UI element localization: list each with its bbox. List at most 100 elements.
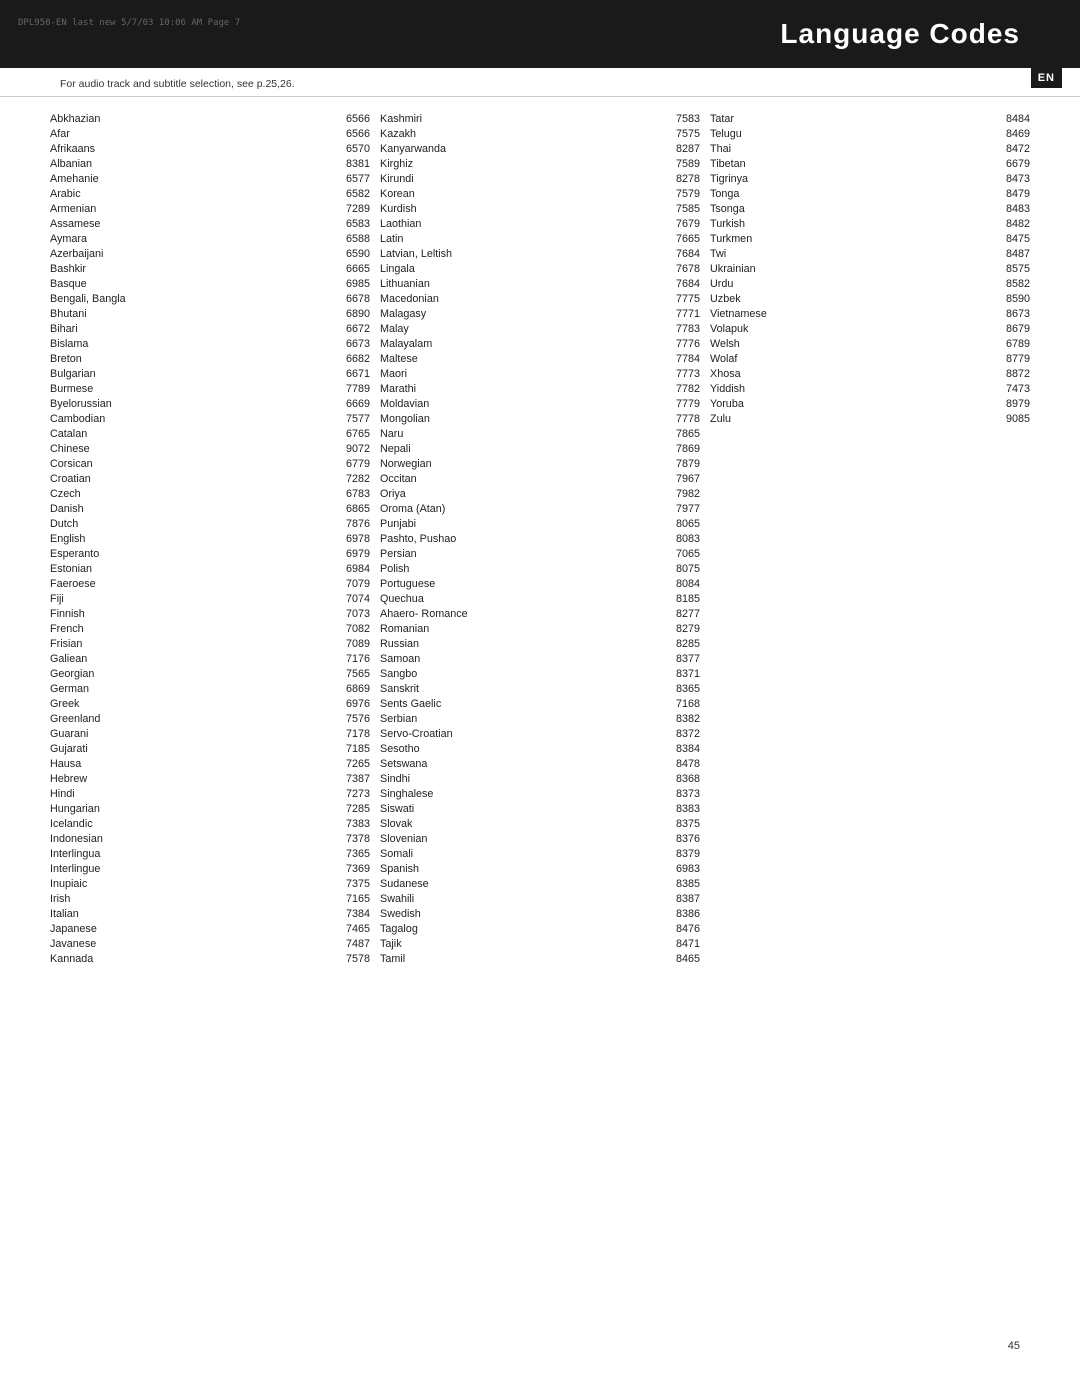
language-name: Bhutani	[50, 308, 160, 320]
list-item: Bhutani6890	[50, 306, 370, 321]
language-name: Tibetan	[710, 158, 820, 170]
list-item: Inupiaic7375	[50, 876, 370, 891]
list-item: Naru7865	[380, 426, 700, 441]
language-name: Cambodian	[50, 413, 160, 425]
language-code: 8487	[990, 248, 1030, 260]
language-code: 7365	[330, 848, 370, 860]
list-item: Tagalog8476	[380, 921, 700, 936]
language-code: 7876	[330, 518, 370, 530]
language-code: 6672	[330, 323, 370, 335]
list-item: Swahili8387	[380, 891, 700, 906]
language-name: Tagalog	[380, 923, 490, 935]
list-item: Kirundi8278	[380, 171, 700, 186]
language-name: Setswana	[380, 758, 490, 770]
page-number: 45	[1008, 1340, 1020, 1352]
language-name: Kirghiz	[380, 158, 490, 170]
language-name: Oroma (Atan)	[380, 503, 490, 515]
language-code: 8277	[660, 608, 700, 620]
language-name: Bashkir	[50, 263, 160, 275]
language-code: 7583	[660, 113, 700, 125]
language-name: Naru	[380, 428, 490, 440]
language-code: 8479	[990, 188, 1030, 200]
language-code: 8279	[660, 623, 700, 635]
language-code: 8471	[660, 938, 700, 950]
list-item: Bislama6673	[50, 336, 370, 351]
meta-line: For audio track and subtitle selection, …	[0, 68, 1080, 97]
language-code: 7576	[330, 713, 370, 725]
list-item: Korean7579	[380, 186, 700, 201]
list-item: Punjabi8065	[380, 516, 700, 531]
list-item: Somali8379	[380, 846, 700, 861]
list-item: Ahaero- Romance8277	[380, 606, 700, 621]
language-code: 6682	[330, 353, 370, 365]
language-name: Interlingue	[50, 863, 160, 875]
language-code: 6765	[330, 428, 370, 440]
language-code: 6779	[330, 458, 370, 470]
language-name: Portuguese	[380, 578, 490, 590]
language-code: 7869	[660, 443, 700, 455]
list-item: Setswana 8478	[380, 756, 700, 771]
list-item: Frisian7089	[50, 636, 370, 651]
language-code: 7578	[330, 953, 370, 965]
language-name: Irish	[50, 893, 160, 905]
list-item: Gujarati7185	[50, 741, 370, 756]
language-name: Polish	[380, 563, 490, 575]
language-name: Frisian	[50, 638, 160, 650]
list-item: Spanish6983	[380, 861, 700, 876]
language-code: 7665	[660, 233, 700, 245]
language-name: Greenland	[50, 713, 160, 725]
list-item: Kirghiz7589	[380, 156, 700, 171]
list-item: Romanian 8279	[380, 621, 700, 636]
list-item: Sanskrit8365	[380, 681, 700, 696]
language-name: Bislama	[50, 338, 160, 350]
language-code: 6985	[330, 278, 370, 290]
list-item: Bashkir6665	[50, 261, 370, 276]
language-name: Albanian	[50, 158, 160, 170]
language-name: Ukrainian	[710, 263, 820, 275]
list-item: Yoruba8979	[710, 396, 1030, 411]
list-item: Moldavian7779	[380, 396, 700, 411]
list-item: Lithuanian7684	[380, 276, 700, 291]
language-name: Yiddish	[710, 383, 820, 395]
language-name: Javanese	[50, 938, 160, 950]
language-name: Chinese	[50, 443, 160, 455]
language-name: Dutch	[50, 518, 160, 530]
list-item: Tamil8465	[380, 951, 700, 966]
list-item: Slovak8375	[380, 816, 700, 831]
language-code: 7982	[660, 488, 700, 500]
language-code: 8475	[990, 233, 1030, 245]
language-code: 6983	[660, 863, 700, 875]
language-name: Bihari	[50, 323, 160, 335]
language-name: Fiji	[50, 593, 160, 605]
language-name: Breton	[50, 353, 160, 365]
list-item: Uzbek8590	[710, 291, 1030, 306]
language-name: Gujarati	[50, 743, 160, 755]
language-code: 7575	[660, 128, 700, 140]
language-name: Sindhi	[380, 773, 490, 785]
language-code: 7778	[660, 413, 700, 425]
language-name: Sanskrit	[380, 683, 490, 695]
language-code: 6577	[330, 173, 370, 185]
language-name: Croatian	[50, 473, 160, 485]
language-code: 7775	[660, 293, 700, 305]
language-name: Lithuanian	[380, 278, 490, 290]
language-name: Romanian	[380, 623, 490, 635]
list-item: Azerbaijani6590	[50, 246, 370, 261]
list-item: Yiddish7473	[710, 381, 1030, 396]
language-name: Latvian, Leltish	[380, 248, 490, 260]
language-name: Oriya	[380, 488, 490, 500]
language-code: 8386	[660, 908, 700, 920]
language-name: Norwegian	[380, 458, 490, 470]
language-code: 8478	[660, 758, 700, 770]
language-code: 8083	[660, 533, 700, 545]
en-badge: EN	[1031, 68, 1062, 88]
language-code: 7285	[330, 803, 370, 815]
language-name: Guarani	[50, 728, 160, 740]
list-item: Interlingue7369	[50, 861, 370, 876]
language-name: Telugu	[710, 128, 820, 140]
language-name: Galiean	[50, 653, 160, 665]
language-name: Faeroese	[50, 578, 160, 590]
list-item: Arabic6582	[50, 186, 370, 201]
list-item: French7082	[50, 621, 370, 636]
list-item: Russian8285	[380, 636, 700, 651]
